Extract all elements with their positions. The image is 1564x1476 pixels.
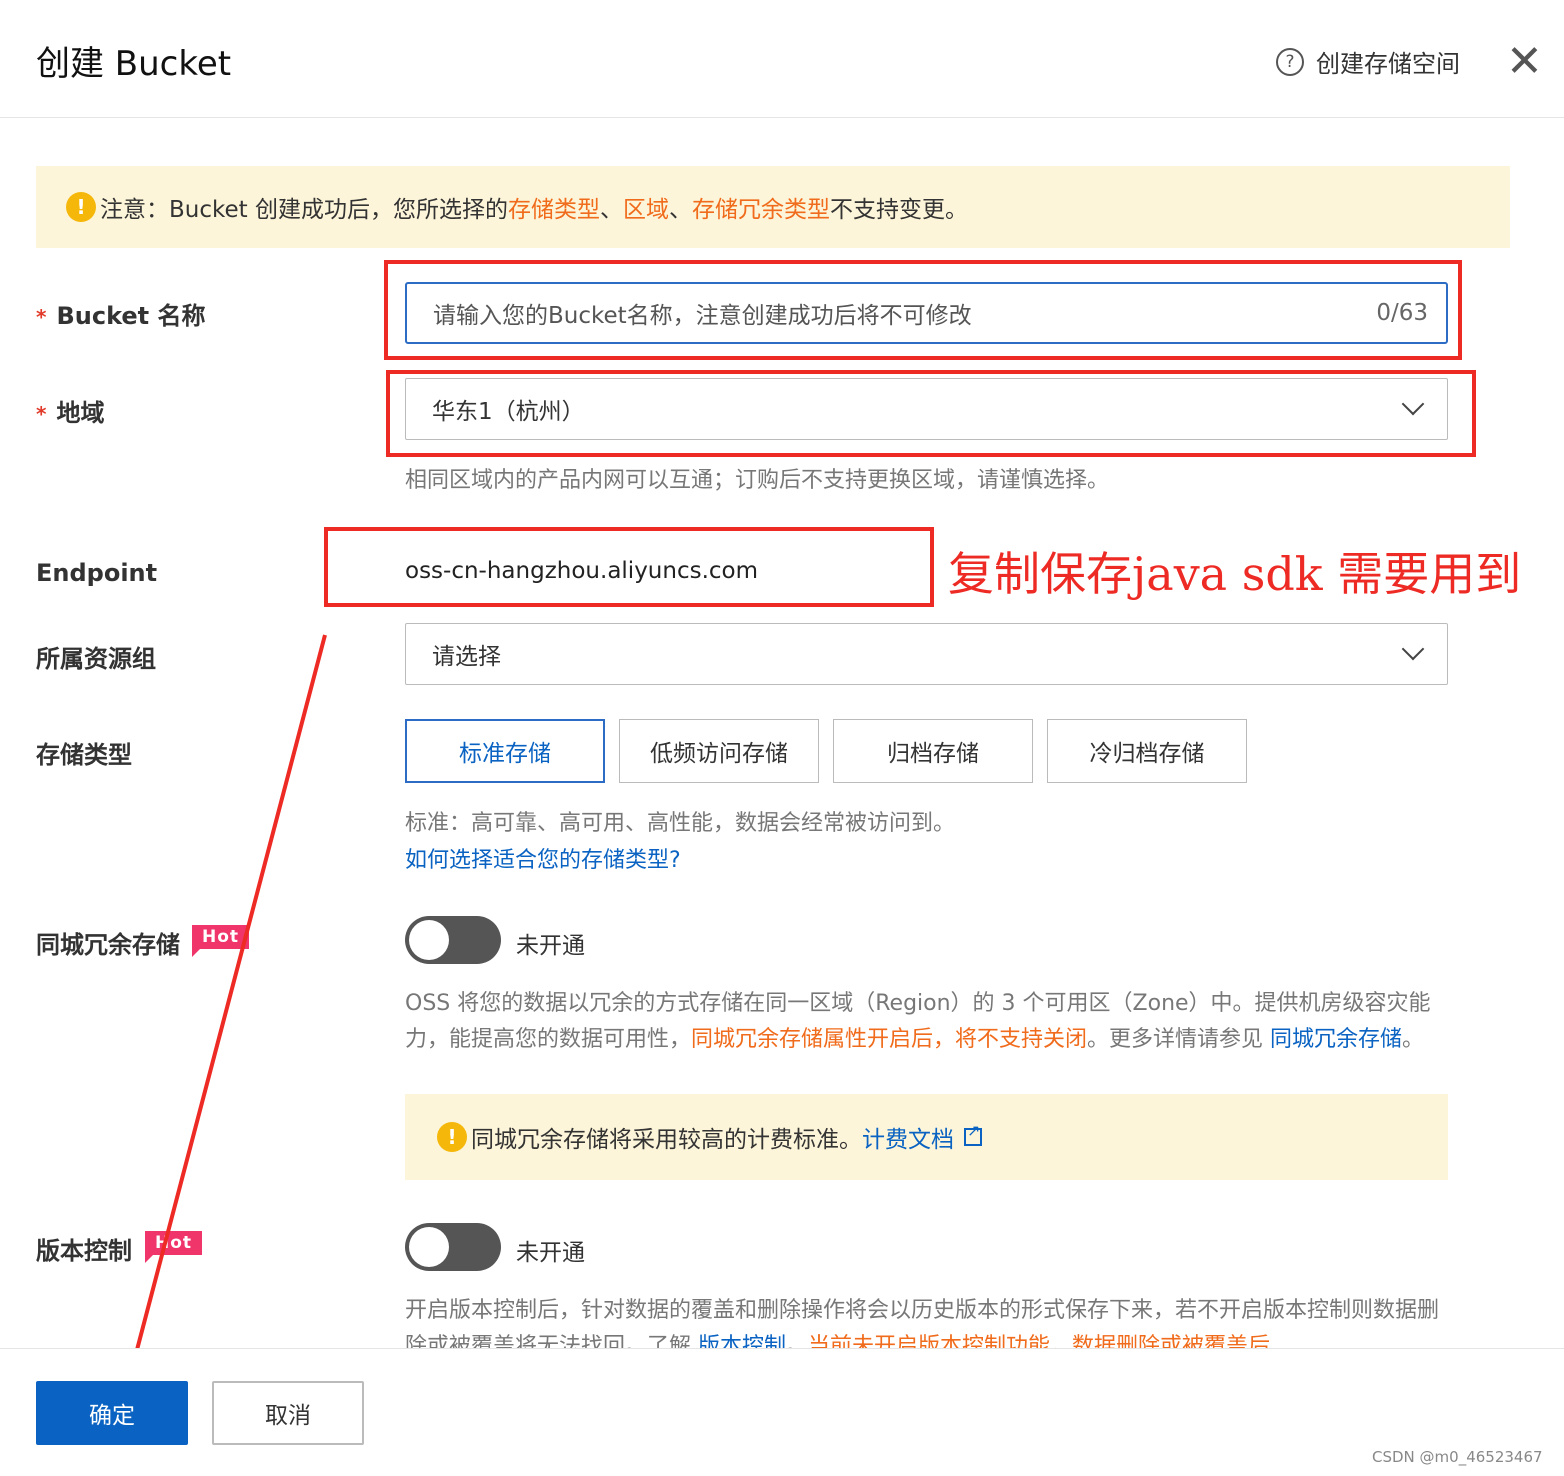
cancel-button[interactable]: 取消 [212,1381,364,1445]
arrow-line [131,634,327,1366]
confirm-button[interactable]: 确定 [36,1381,188,1445]
watermark: CSDN @m0_46523467 [1372,1448,1543,1466]
annotation-arrow [121,634,327,1383]
